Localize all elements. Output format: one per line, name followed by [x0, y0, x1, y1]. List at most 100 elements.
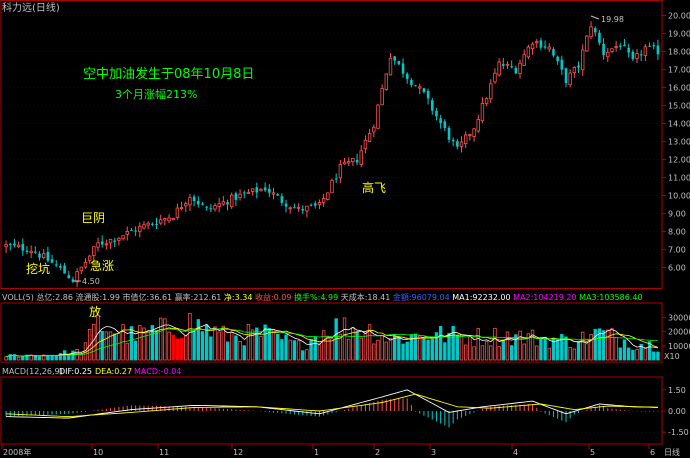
volume-bar	[576, 342, 581, 361]
volume-bar	[133, 340, 138, 361]
candle-body-up	[535, 41, 539, 44]
volume-bar	[213, 326, 217, 361]
macd-dea: DEA:0.27	[95, 367, 132, 376]
volume-bar	[539, 338, 543, 361]
candle-body-down	[134, 230, 137, 232]
macd-tick-label: -1.50	[668, 428, 689, 437]
candle-body-down	[130, 229, 133, 231]
candle-body-up	[158, 219, 163, 224]
candle-body-down	[334, 178, 338, 180]
candle-body-up	[384, 73, 389, 90]
volume-bar	[388, 338, 393, 361]
candle-body-up	[610, 48, 614, 52]
volume-bar	[246, 324, 251, 361]
candle-body-down	[25, 250, 29, 252]
volume-field: MA2:104219.20	[513, 293, 579, 302]
volume-bar	[509, 345, 514, 361]
volume-bar	[564, 336, 568, 361]
volume-bar	[560, 334, 564, 361]
candle-body-up	[288, 207, 292, 210]
candle-body-down	[414, 85, 417, 87]
candle-body-up	[347, 161, 351, 164]
candle-body-up	[505, 63, 510, 66]
candle-body-up	[213, 205, 217, 210]
volume-bar	[217, 331, 221, 361]
candle-body-up	[259, 188, 263, 192]
candle-body-down	[447, 127, 451, 140]
volume-bar	[238, 341, 242, 361]
candle-body-up	[547, 46, 551, 50]
volume-bar	[37, 356, 42, 361]
price-tick-label: 19.00	[668, 29, 690, 38]
volume-bar	[255, 327, 259, 361]
candle-body-down	[301, 209, 305, 211]
candle-body-down	[426, 90, 430, 99]
candle-body-up	[41, 253, 46, 259]
volume-bar	[355, 331, 359, 361]
candle-body-down	[13, 243, 16, 246]
candle-body-up	[83, 262, 88, 268]
candle-body-down	[443, 121, 447, 129]
x-tick-label: 3	[431, 448, 436, 457]
stock-chart[interactable]: 科力远(日线) 20.0019.0018.0017.0016.0015.0014…	[0, 0, 690, 458]
high-marker-label: 19.98	[601, 15, 624, 24]
x-tick-label: 5	[590, 448, 595, 457]
candle-body-up	[330, 180, 334, 194]
volume-bar	[397, 336, 401, 361]
candle-body-down	[401, 63, 405, 74]
volume-bar	[221, 325, 226, 361]
candle-body-up	[388, 57, 393, 76]
volume-bar	[401, 343, 405, 361]
volume-field: MA1:92232.00	[452, 293, 513, 302]
candle-body-down	[209, 208, 213, 210]
candle-body-up	[167, 217, 171, 222]
candle-body-up	[4, 244, 8, 248]
volume-bar	[138, 325, 142, 361]
candle-body-up	[643, 46, 648, 56]
candle-body-up	[518, 62, 522, 74]
candle-body-up	[125, 231, 129, 235]
candle-body-up	[418, 86, 422, 89]
period-label[interactable]: 日线	[664, 447, 680, 457]
volume-bar	[593, 328, 597, 361]
volume-bar	[188, 312, 192, 361]
candle-body-down	[67, 275, 71, 279]
volume-bar	[192, 330, 196, 361]
x-tick-label: 2008年	[3, 447, 31, 457]
volume-bar	[179, 338, 184, 361]
volume-bar	[384, 341, 389, 361]
x-tick-label: 11	[159, 448, 169, 457]
volume-bar	[79, 354, 83, 361]
volume-bar	[275, 333, 280, 361]
window-title: 科力远(日线)	[2, 1, 60, 14]
candle-body-up	[142, 224, 146, 229]
candle-body-down	[280, 196, 284, 203]
x-tick-label: 6	[650, 448, 655, 457]
price-tick-label: 16.00	[668, 83, 690, 92]
volume-bar	[618, 347, 623, 361]
volume-bar	[484, 340, 489, 361]
candle-body-down	[293, 207, 296, 209]
volume-bar	[614, 337, 618, 361]
candle-body-down	[593, 28, 597, 33]
volume-bar	[451, 325, 455, 361]
candle-body-up	[530, 43, 535, 50]
volume-bar	[104, 331, 109, 361]
volume-field: 流通股:1.99	[75, 292, 122, 302]
candle-body-up	[217, 203, 221, 207]
volume-bar	[347, 338, 351, 361]
candle-body-up	[121, 235, 125, 240]
candle-body-up	[468, 134, 472, 136]
candle-body-down	[196, 200, 200, 205]
candle-body-up	[376, 104, 380, 129]
candle-body-up	[522, 54, 526, 66]
volume-bar	[317, 344, 322, 361]
volume-bar	[464, 344, 468, 361]
volume-bar	[321, 330, 326, 361]
volume-bar	[480, 345, 485, 361]
candle-body-down	[54, 264, 58, 266]
candle-body-down	[577, 65, 580, 68]
candle-body-down	[263, 187, 267, 191]
price-tick-label: 20.00	[668, 11, 690, 20]
candle-body-up	[572, 67, 577, 73]
